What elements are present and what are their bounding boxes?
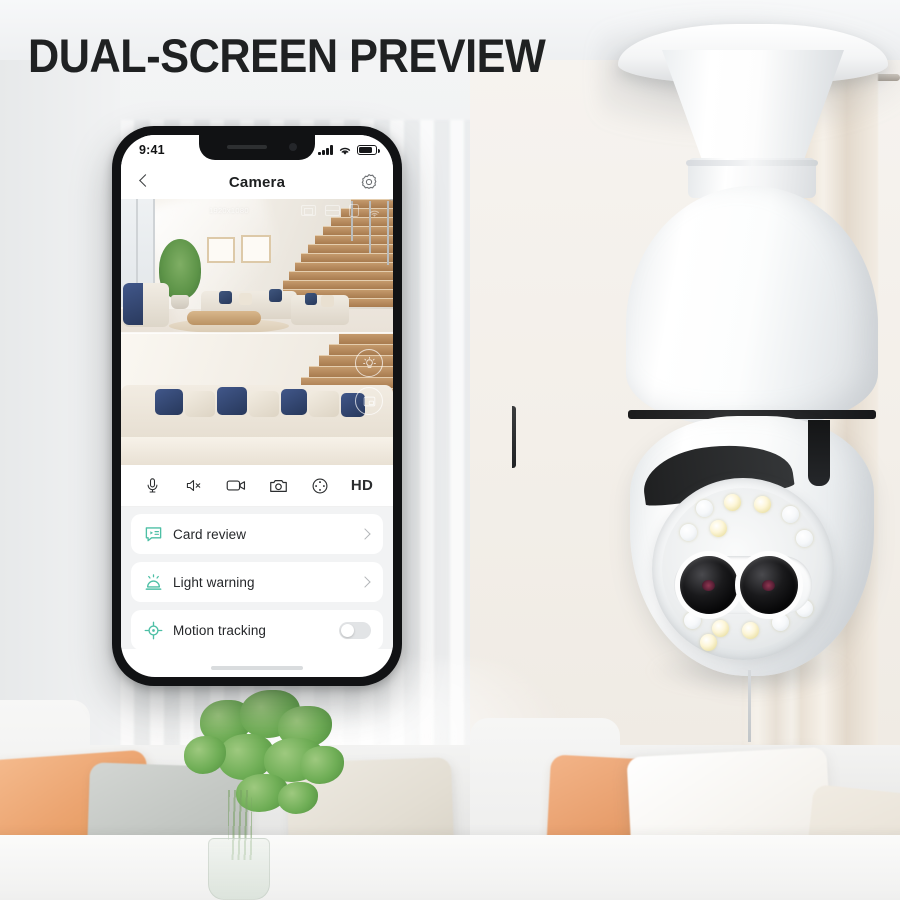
battery-icon — [357, 145, 380, 155]
list-item-motion-tracking[interactable]: Motion tracking — [131, 610, 383, 650]
chevron-right-icon — [359, 576, 371, 588]
alarm-light-icon — [143, 572, 163, 592]
phone-button-power[interactable] — [512, 406, 516, 468]
bulb-body — [626, 186, 878, 426]
status-indicators — [318, 145, 380, 156]
sofa-closeup-scene — [121, 333, 393, 465]
home-indicator[interactable] — [211, 666, 303, 670]
list-item-label: Motion tracking — [173, 622, 267, 638]
dual-video-preview[interactable]: 1920x1080 — [121, 199, 393, 465]
phone-mockup: 9:41 Camera 1920x1080 HD Card review Lig… — [112, 126, 516, 686]
phone-icon[interactable] — [349, 203, 359, 217]
chevron-right-icon — [359, 528, 371, 540]
feature-list: Card review Light warning Motion trackin… — [121, 507, 393, 650]
hd-text-icon[interactable]: HD — [349, 474, 375, 498]
dome-slot — [808, 420, 830, 486]
list-item-label: Card review — [173, 526, 247, 542]
camera-icon[interactable] — [265, 474, 291, 498]
motion-tracking-toggle[interactable] — [339, 621, 371, 639]
power-cable — [748, 670, 751, 742]
list-item-card-review[interactable]: Card review — [131, 514, 383, 554]
status-time: 9:41 — [139, 143, 165, 157]
nav-bar: Camera — [121, 165, 393, 199]
card-review-icon — [143, 524, 163, 544]
page-title: DUAL-SCREEN PREVIEW — [28, 29, 546, 82]
video-overlay-bar: 1920x1080 — [121, 199, 393, 221]
list-item-light-warning[interactable]: Light warning — [131, 562, 383, 602]
split-screen-icon[interactable] — [325, 204, 340, 216]
camera-lens-left — [680, 556, 738, 614]
sofa-seat — [0, 835, 900, 900]
light-bulb-icon[interactable] — [355, 349, 383, 377]
video-view-bottom[interactable] — [121, 333, 393, 465]
left-wall — [0, 60, 120, 760]
back-chevron-icon[interactable] — [135, 173, 153, 191]
screenshot-stage: DUAL-SCREEN PREVIEW 9:41 Camera 1920x108… — [0, 0, 900, 900]
socket-ring — [686, 160, 818, 166]
split-divider — [121, 332, 393, 334]
video-view-top[interactable]: 1920x1080 — [121, 199, 393, 333]
nav-title: Camera — [228, 173, 286, 191]
gear-icon[interactable] — [359, 172, 379, 192]
mount-cone — [662, 50, 844, 170]
joystick-icon[interactable] — [307, 474, 333, 498]
wall-art-left — [207, 237, 235, 263]
front-camera-icon — [289, 143, 297, 151]
wall-art-right — [241, 235, 271, 263]
speaker-mute-icon[interactable] — [181, 474, 207, 498]
overlay-timestamp: 1920x1080 — [209, 205, 249, 215]
sd-card-icon[interactable] — [301, 204, 316, 216]
camera-control-bar: HD — [121, 465, 393, 507]
list-item-label: Light warning — [173, 574, 255, 590]
wifi-icon — [368, 205, 381, 217]
picture-in-picture-icon[interactable] — [355, 387, 383, 415]
video-camera-icon[interactable] — [223, 474, 249, 498]
cellular-signal-icon — [318, 145, 333, 155]
microphone-icon[interactable] — [139, 474, 165, 498]
security-camera-device — [600, 8, 900, 742]
phone-screen: 9:41 Camera 1920x1080 HD Card review Lig… — [121, 135, 393, 677]
glass-vase — [208, 838, 270, 900]
earpiece-speaker — [227, 145, 267, 149]
motion-target-icon — [143, 620, 163, 640]
phone-notch — [199, 135, 315, 160]
camera-lens-right — [740, 556, 798, 614]
wifi-icon — [339, 147, 351, 155]
